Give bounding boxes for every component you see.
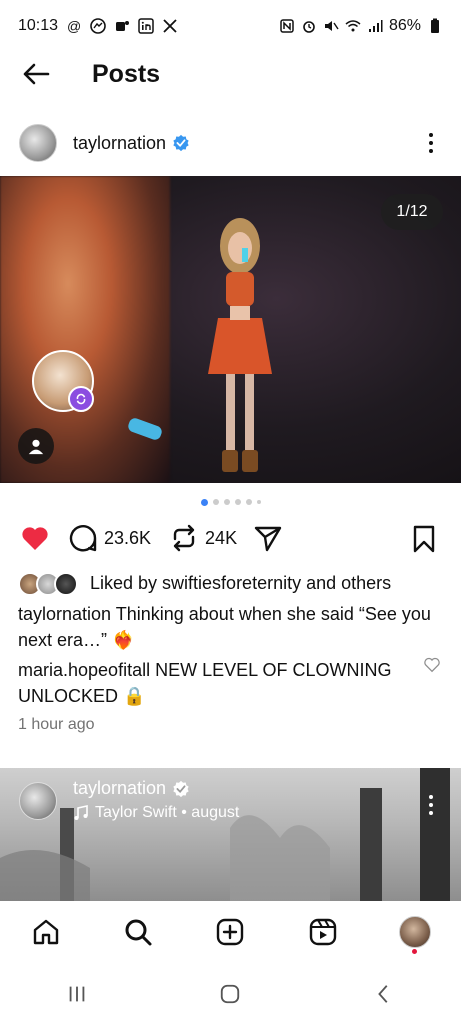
forest-background	[0, 768, 450, 901]
second-post-audio[interactable]: Taylor Swift • august	[73, 804, 239, 822]
x-icon	[162, 18, 178, 34]
reels-icon	[309, 918, 336, 946]
nav-home[interactable]	[26, 912, 66, 952]
nav-search[interactable]	[118, 912, 158, 952]
performer-figure	[208, 218, 272, 472]
status-bar: 10:13 @ 86%	[0, 0, 461, 52]
home-system-button[interactable]	[210, 974, 250, 1014]
threads-icon: @	[66, 18, 82, 34]
repost-icon	[173, 524, 195, 552]
back-arrow-icon	[23, 63, 50, 85]
back-system-icon	[378, 984, 388, 1003]
notification-dot	[411, 949, 417, 954]
carousel-dot	[223, 499, 230, 505]
nav-reels[interactable]	[303, 912, 343, 952]
mute-icon	[323, 18, 339, 34]
liker-avatars	[18, 570, 82, 596]
second-post-user[interactable]: taylornation	[73, 778, 190, 799]
home-system-icon	[221, 984, 240, 1003]
search-icon	[125, 919, 152, 946]
comment-icon	[69, 525, 97, 552]
battery-icon	[427, 18, 443, 34]
comment-button[interactable]: 23.6K	[68, 523, 151, 553]
carousel-dot	[245, 499, 252, 505]
verified-badge-icon	[173, 134, 189, 152]
home-icon	[33, 919, 59, 945]
microphone-foreground	[128, 418, 162, 440]
back-button[interactable]	[18, 56, 54, 92]
recent-apps-icon	[69, 986, 85, 1001]
music-note-icon	[74, 805, 88, 820]
linkedin-icon	[138, 18, 154, 34]
messenger-icon	[90, 18, 106, 34]
teams-icon	[114, 18, 130, 34]
post-timestamp: 1 hour ago	[18, 716, 95, 733]
second-post-username[interactable]: taylornation	[73, 778, 166, 799]
carousel-dot-active	[200, 498, 208, 506]
recent-apps-button[interactable]	[57, 974, 97, 1014]
repost-count: 24K	[205, 527, 238, 548]
post-actions: 23.6K 24K	[0, 518, 461, 558]
signal-icon	[367, 18, 383, 34]
person-icon	[28, 439, 44, 455]
save-button[interactable]	[409, 524, 439, 554]
bottom-nav	[0, 901, 461, 963]
comment-username[interactable]: maria.hopeofitall	[18, 660, 150, 680]
header: Posts	[0, 52, 461, 96]
add-post-icon	[217, 918, 244, 946]
nfc-icon	[279, 18, 295, 34]
tagged-users-button[interactable]	[18, 428, 54, 464]
post-author-avatar[interactable]	[19, 124, 57, 162]
post-author-username[interactable]: taylornation	[73, 133, 166, 154]
second-post-avatar[interactable]	[19, 782, 57, 820]
carousel-dot	[256, 500, 261, 504]
verified-badge-icon	[173, 780, 189, 797]
second-post-more-button[interactable]	[419, 790, 443, 820]
liker-avatar	[54, 572, 78, 596]
post-caption: taylornation Thinking about when she sai…	[18, 601, 443, 653]
top-comment: maria.hopeofitall NEW LEVEL OF CLOWNING …	[18, 657, 418, 709]
carousel-dot	[212, 499, 219, 505]
post-more-options-button[interactable]	[419, 128, 443, 158]
battery-percent: 86%	[388, 17, 421, 34]
profile-avatar	[398, 916, 431, 948]
nav-profile[interactable]	[395, 912, 435, 954]
carousel-dots	[0, 496, 461, 508]
share-button[interactable]	[253, 523, 283, 553]
heart-filled-icon	[22, 527, 48, 550]
carousel-counter: 1/12	[381, 194, 443, 230]
comment-like-icon[interactable]	[423, 656, 441, 674]
second-post-audio-text: Taylor Swift • august	[95, 804, 240, 821]
post-header: taylornation	[0, 120, 461, 166]
wifi-icon	[345, 18, 361, 34]
caption-username[interactable]: taylornation	[18, 604, 111, 624]
nav-create[interactable]	[210, 912, 250, 952]
send-icon	[254, 526, 282, 552]
remix-badge-icon	[68, 386, 94, 412]
alarm-icon	[301, 18, 317, 34]
system-nav-bar	[0, 963, 461, 1024]
like-button[interactable]	[20, 523, 50, 553]
second-post-preview[interactable]: taylornation Taylor Swift • august	[0, 768, 461, 901]
repost-button[interactable]: 24K	[169, 523, 237, 553]
carousel-dot	[234, 499, 241, 505]
page-title: Posts	[92, 59, 161, 88]
liked-by-text: Liked by swiftiesforeternity and others	[90, 572, 392, 593]
status-time: 10:13	[18, 17, 59, 34]
comment-count: 23.6K	[104, 527, 152, 548]
bookmark-icon	[413, 525, 435, 553]
liked-by-row[interactable]: Liked by swiftiesforeternity and others	[18, 568, 391, 598]
back-system-button[interactable]	[364, 974, 404, 1014]
